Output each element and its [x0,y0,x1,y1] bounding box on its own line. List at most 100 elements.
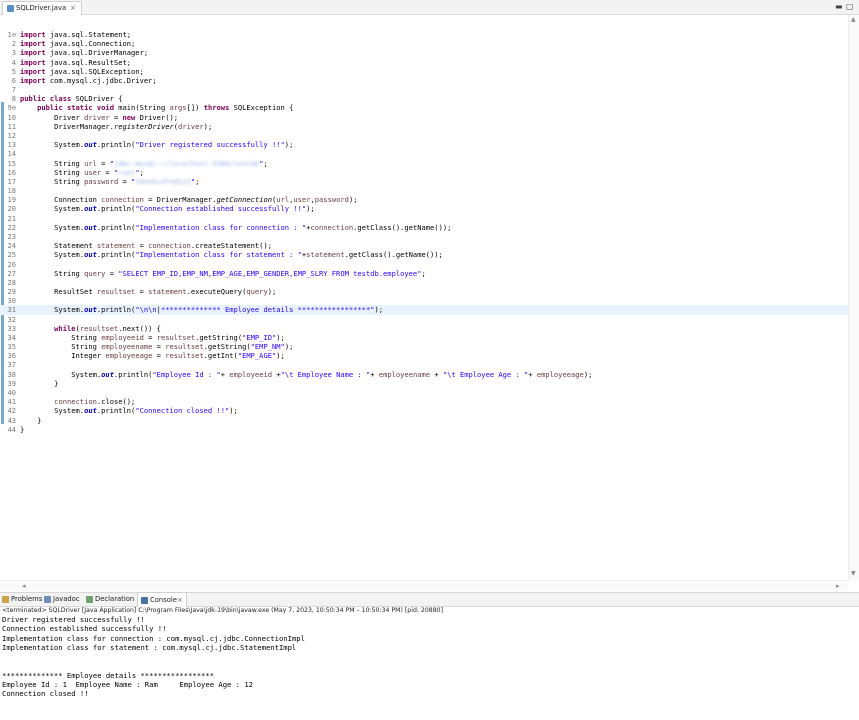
line-number: 40 [7,388,16,398]
code-line[interactable]: 15 String url = "jdbc:mysql://localhost:… [0,159,848,168]
line-number: 9⊖ [7,103,16,113]
code-line[interactable]: 9⊖ public static void main(String args[]… [0,103,848,112]
line-number: 13 [7,140,16,150]
line-number: 34 [7,332,16,342]
scroll-right-icon[interactable]: ▸ [836,581,840,591]
code-line[interactable]: 1⊖ import java.sql.Statement; [0,30,848,39]
line-number: 41 [7,397,16,407]
line-number: 5 [11,66,16,76]
code-line[interactable]: 8 public class SQLDriver { [0,94,848,103]
editor-vertical-scrollbar[interactable]: ▲ ▼ [848,15,859,580]
editor-tab-sqldriver[interactable]: SQLDriver.java × [2,1,83,15]
minimize-icon[interactable]: ▬ [835,1,843,13]
code-line[interactable]: 2 import java.sql.Connection; [0,39,848,48]
code-line[interactable]: 41 connection.close(); [0,397,848,406]
code-text: System.out.println("Implementation class… [20,250,443,260]
tab-console[interactable]: Console × [137,592,187,607]
code-line[interactable]: 22 System.out.println("Implementation cl… [0,223,848,232]
code-line[interactable]: 35 String employeename = resultset.getSt… [0,342,848,351]
code-line[interactable]: 19 Connection connection = DriverManager… [0,195,848,204]
tab-javadoc[interactable]: Javadoc [44,593,80,606]
maximize-icon[interactable]: ▢ [846,1,854,13]
code-line[interactable]: 33 while(resultset.next()) { [0,324,848,333]
code-line[interactable]: 24 Statement statement = connection.crea… [0,241,848,250]
code-line[interactable]: 28 [0,278,848,287]
code-line[interactable]: 38 System.out.println("Employee Id : "+ … [0,370,848,379]
code-line[interactable]: 25 System.out.println("Implementation cl… [0,250,848,259]
code-line[interactable]: 18 [0,186,848,195]
line-number: 21 [7,213,16,223]
line-number: 25 [7,250,16,260]
code-line[interactable]: 17 String password = "Jdunbcdfe@123"; [0,177,848,186]
console-status-line: <terminated> SQLDriver [Java Application… [2,607,444,614]
code-text: String employeename = resultset.getStrin… [20,342,294,352]
code-line[interactable]: 36 Integer employeeage = resultset.getIn… [0,351,848,360]
code-line[interactable]: 14 [0,149,848,158]
code-line[interactable]: 23 [0,232,848,241]
javadoc-icon [44,596,51,603]
code-text: import java.sql.SQLException; [20,66,144,76]
close-icon[interactable]: × [177,594,183,607]
code-line[interactable]: 21 [0,214,848,223]
line-number: 22 [7,222,16,232]
console-output[interactable]: Driver registered successfully !! Connect… [2,615,857,699]
code-line[interactable]: 16 String user = "root"; [0,168,848,177]
tab-problems[interactable]: Problems [2,593,42,606]
editor-tab-label: SQLDriver.java [16,4,67,12]
code-line[interactable]: 39 } [0,379,848,388]
line-number: 31 [7,305,16,315]
code-line[interactable]: 29 ResultSet resultset = statement.execu… [0,287,848,296]
code-line[interactable]: 44} [0,425,848,434]
code-line[interactable]: 37 [0,360,848,369]
scroll-up-icon[interactable]: ▲ [851,16,856,23]
code-text: System.out.println("Driver registered su… [20,140,294,150]
code-line[interactable]: 42 System.out.println("Connection closed… [0,406,848,415]
code-text: import java.sql.Connection; [20,39,136,49]
tab-label: Problems [11,595,43,603]
code-line[interactable]: 26 [0,260,848,269]
code-line[interactable]: 10 Driver driver = new Driver(); [0,113,848,122]
code-text: public class SQLDriver { [20,94,123,104]
line-number: 19 [7,195,16,205]
line-number: 37 [7,360,16,370]
line-number: 12 [7,130,16,140]
line-number: 14 [7,149,16,159]
console-line: Implementation class for connection : co… [2,633,305,643]
scroll-down-icon[interactable]: ▼ [851,570,856,577]
code-line[interactable]: 12 [0,131,848,140]
code-line[interactable]: 27 String query = "SELECT EMP_ID,EMP_NM,… [0,269,848,278]
line-number: 11 [7,121,16,131]
line-number: 6 [11,75,16,85]
code-line[interactable]: 34 String employeeid = resultset.getStri… [0,333,848,342]
code-line[interactable]: 30 [0,296,848,305]
code-line[interactable]: 40 [0,388,848,397]
code-text: ResultSet resultset = statement.executeQ… [20,287,277,297]
console-line: ************** Employee details ********… [2,670,215,680]
code-line[interactable]: 5 import java.sql.SQLException; [0,67,848,76]
code-editor[interactable]: 1⊖ import java.sql.Statement; 2 import java… [0,15,848,580]
code-line[interactable]: 31 System.out.println("\n\n|************… [0,305,848,315]
code-line[interactable]: 43 } [0,416,848,425]
tab-declaration[interactable]: Declaration [86,593,134,606]
scroll-left-icon[interactable]: ◂ [22,581,26,591]
code-text: String user = "root"; [20,167,144,177]
code-line[interactable]: 13 System.out.println("Driver registered… [0,140,848,149]
code-line[interactable]: 11 DriverManager.registerDriver(driver); [0,122,848,131]
code-line[interactable]: 3 import java.sql.DriverManager; [0,48,848,57]
line-number: 43 [7,415,16,425]
line-number: 24 [7,241,16,251]
code-line[interactable]: 6 import com.mysql.cj.jdbc.Driver; [0,76,848,85]
code-text: System.out.println("\n\n|************** … [20,305,384,315]
close-icon[interactable]: × [70,2,76,15]
code-line[interactable]: 7 [0,85,848,94]
code-text: } [20,415,42,425]
code-text: DriverManager.registerDriver(driver); [20,121,213,131]
line-number: 35 [7,342,16,352]
panel-tab-bar: Problems Javadoc Declaration Console × [0,592,859,607]
code-line[interactable]: 4 import java.sql.ResultSet; [0,58,848,67]
editor-horizontal-scrollbar[interactable]: ◂ ▸ [0,580,848,591]
code-line[interactable]: 20 System.out.println("Connection establ… [0,204,848,213]
java-file-icon [7,5,14,12]
code-line[interactable]: 32 [0,315,848,324]
